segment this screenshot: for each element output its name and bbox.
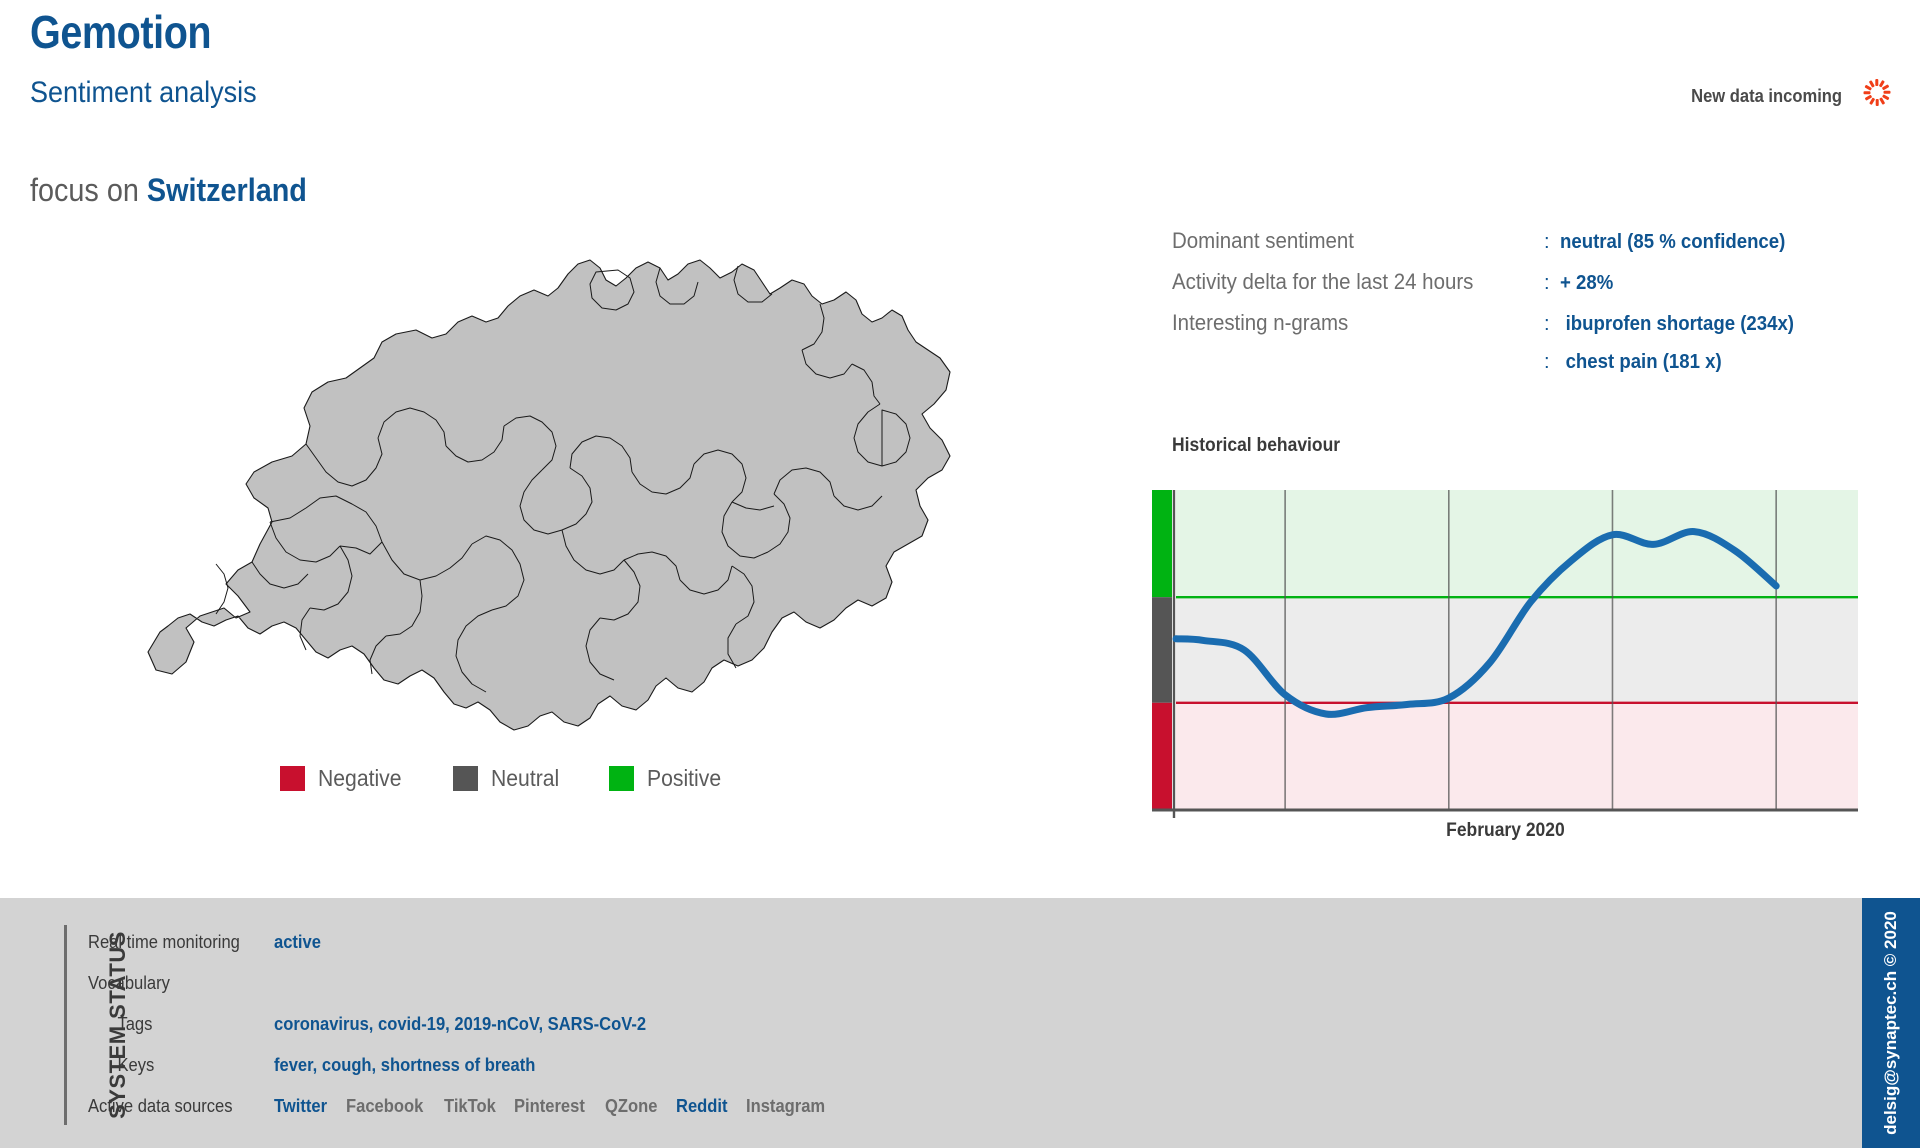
status-label-tags: Tags [117, 1014, 153, 1034]
spinner-dash [1869, 97, 1875, 105]
info-row: : chest pain (181 x) [1172, 351, 1872, 392]
status-value-monitoring: active [274, 932, 321, 952]
data-source-twitter[interactable]: Twitter [274, 1096, 327, 1117]
chart-scale-bar-neutral [1152, 597, 1172, 703]
info-colon: : [1544, 351, 1550, 373]
data-source-reddit[interactable]: Reddit [676, 1096, 728, 1117]
focus-prefix: focus on [30, 172, 147, 208]
info-label-dominant-sentiment: Dominant sentiment [1172, 228, 1354, 253]
info-value-activity-delta: + 28% [1560, 272, 1614, 294]
info-label-ngrams: Interesting n-grams [1172, 310, 1349, 335]
status-value-keys: fever, cough, shortness of breath [274, 1055, 536, 1075]
legend-swatch-negative [280, 766, 305, 791]
copyright-text: delsig@synaptec.ch © 2020 [1881, 911, 1901, 1135]
legend-label-neutral: Neutral [490, 765, 560, 791]
spinner-dash [1875, 79, 1879, 86]
legend-label-negative: Negative [318, 765, 402, 791]
legend-swatch-neutral [452, 766, 478, 791]
loading-spinner-icon [1863, 79, 1891, 109]
status-row-sources: Active data sources Twitter Facebook TikTo… [88, 1096, 1788, 1137]
page-subtitle: Sentiment analysis [30, 76, 257, 109]
page-title: Gemotion [30, 6, 212, 58]
info-value-dominant-sentiment: neutral (85 % confidence) [1560, 231, 1786, 253]
status-label-monitoring: Real time monitoring [88, 932, 240, 952]
focus-line: focus on Switzerland [30, 172, 307, 208]
spinner-dash [1863, 91, 1871, 94]
status-row-monitoring: Real time monitoring active [88, 932, 1788, 973]
status-label-keys: Keys [117, 1055, 155, 1075]
chart-x-axis-label-text: February 2020 [1445, 820, 1565, 841]
info-value-ngram-2: chest pain (181 x) [1565, 351, 1722, 373]
info-colon: : [1544, 272, 1550, 294]
sentiment-summary-panel: Dominant sentiment : neutral (85 % confi… [1172, 228, 1872, 392]
chart-scale-bar-negative [1152, 702, 1172, 810]
chart-title: Historical behaviour [1172, 435, 1341, 456]
new-data-indicator: New data incoming [1678, 79, 1891, 109]
legend-item: Neutral [452, 765, 565, 792]
legend-item: Negative [280, 765, 409, 792]
legend-label-positive: Positive [646, 765, 722, 791]
info-row: Activity delta for the last 24 hours : +… [1172, 269, 1872, 310]
data-source-qzone[interactable]: QZone [605, 1096, 657, 1117]
info-label-activity-delta: Activity delta for the last 24 hours [1172, 269, 1474, 294]
chart-band-negative [1176, 702, 1858, 810]
legend-item: Positive [608, 765, 728, 792]
new-data-label: New data incoming [1691, 85, 1842, 106]
info-row: Interesting n-grams : ibuprofen shortage… [1172, 310, 1872, 351]
info-value-ngram-1: ibuprofen shortage (234x) [1565, 313, 1794, 335]
dashboard-root: Gemotion Sentiment analysis focus on Swi… [0, 0, 1920, 1148]
chart-scale-bar-positive [1152, 490, 1172, 598]
spinner-dash [1881, 84, 1890, 91]
system-status-list: Real time monitoring active Vocabulary T… [88, 932, 1788, 1137]
historical-behaviour-chart[interactable] [1152, 488, 1858, 818]
data-source-facebook[interactable]: Facebook [346, 1096, 423, 1117]
focus-country: Switzerland [146, 172, 307, 208]
status-label-vocabulary: Vocabulary [88, 973, 170, 993]
spinner-dash [1875, 99, 1879, 106]
info-row: Dominant sentiment : neutral (85 % confi… [1172, 228, 1872, 269]
info-colon: : [1544, 313, 1550, 335]
data-source-pinterest[interactable]: Pinterest [514, 1096, 585, 1117]
status-row-keys: Keys fever, cough, shortness of breath [88, 1055, 1788, 1096]
chart-band-positive [1176, 490, 1858, 598]
data-source-tiktok[interactable]: TikTok [444, 1096, 496, 1117]
status-row-vocabulary: Vocabulary [88, 973, 1788, 1014]
sentiment-legend: Negative Neutral Positive [280, 765, 727, 792]
status-row-tags: Tags coronavirus, covid-19, 2019-nCoV, S… [88, 1014, 1788, 1055]
switzerland-map[interactable] [120, 222, 960, 752]
legend-swatch-positive [608, 766, 634, 791]
data-source-list: Twitter Facebook TikTok Pinterest QZone Reddi… [274, 1096, 832, 1117]
data-source-instagram[interactable]: Instagram [746, 1096, 825, 1117]
system-status-divider [64, 925, 67, 1125]
map-outline [147, 259, 951, 731]
chart-x-axis-label: February 2020 [1152, 820, 1858, 842]
status-label-sources: Active data sources [88, 1096, 233, 1116]
info-colon: : [1544, 231, 1550, 253]
spinner-dash [1883, 91, 1891, 94]
status-value-tags: coronavirus, covid-19, 2019-nCoV, SARS-C… [274, 1014, 647, 1034]
copyright-bar: delsig@synaptec.ch © 2020 [1862, 898, 1920, 1148]
